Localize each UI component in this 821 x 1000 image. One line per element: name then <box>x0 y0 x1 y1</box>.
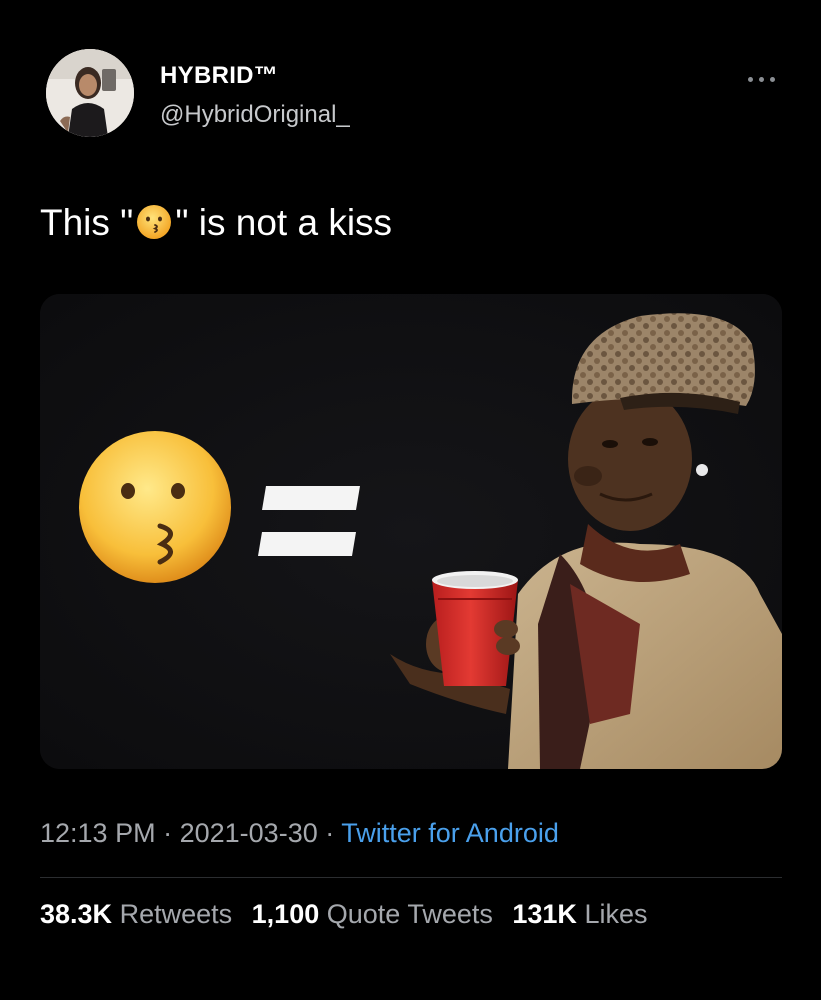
tweet-card: HYBRID™ @HybridOriginal_ This " " is not… <box>0 0 821 1000</box>
stat-count: 131K <box>512 899 577 929</box>
stat-count: 38.3K <box>40 899 113 929</box>
meme-image <box>40 294 782 769</box>
kissing-face-emoji <box>79 431 231 583</box>
stat-label: Likes <box>584 899 648 929</box>
stat-count: 1,100 <box>251 899 320 929</box>
kissing-face-icon <box>135 203 173 241</box>
tweet-meta: 12:13 PM · 2021-03-30 · Twitter for Andr… <box>40 818 559 849</box>
likes-stat[interactable]: 131K Likes <box>512 899 647 929</box>
user-handle[interactable]: @HybridOriginal_ <box>160 101 350 129</box>
tweet-text-before: This " <box>40 202 134 243</box>
meta-separator: · <box>325 818 335 848</box>
retweets-stat[interactable]: 38.3K Retweets <box>40 899 232 929</box>
tweet-date[interactable]: 2021-03-30 <box>180 818 318 848</box>
divider <box>40 877 782 878</box>
avatar-photo <box>46 49 134 137</box>
display-name[interactable]: HYBRID™ <box>160 62 278 90</box>
quote-tweets-stat[interactable]: 1,100 Quote Tweets <box>252 899 493 929</box>
stat-label: Quote Tweets <box>326 899 493 929</box>
tweet-stats: 38.3K Retweets 1,100 Quote Tweets 131K L… <box>40 899 659 930</box>
more-options-icon[interactable] <box>744 68 780 90</box>
source-link[interactable]: Twitter for Android <box>341 818 559 848</box>
tweet-media[interactable] <box>40 294 782 769</box>
stat-label: Retweets <box>119 899 233 929</box>
tweet-text-after: " is not a kiss <box>175 202 393 243</box>
tweet-time[interactable]: 12:13 PM <box>40 818 156 848</box>
tweet-text: This " " is not a kiss <box>40 197 392 249</box>
meta-separator: · <box>163 818 173 848</box>
avatar[interactable] <box>46 49 134 137</box>
